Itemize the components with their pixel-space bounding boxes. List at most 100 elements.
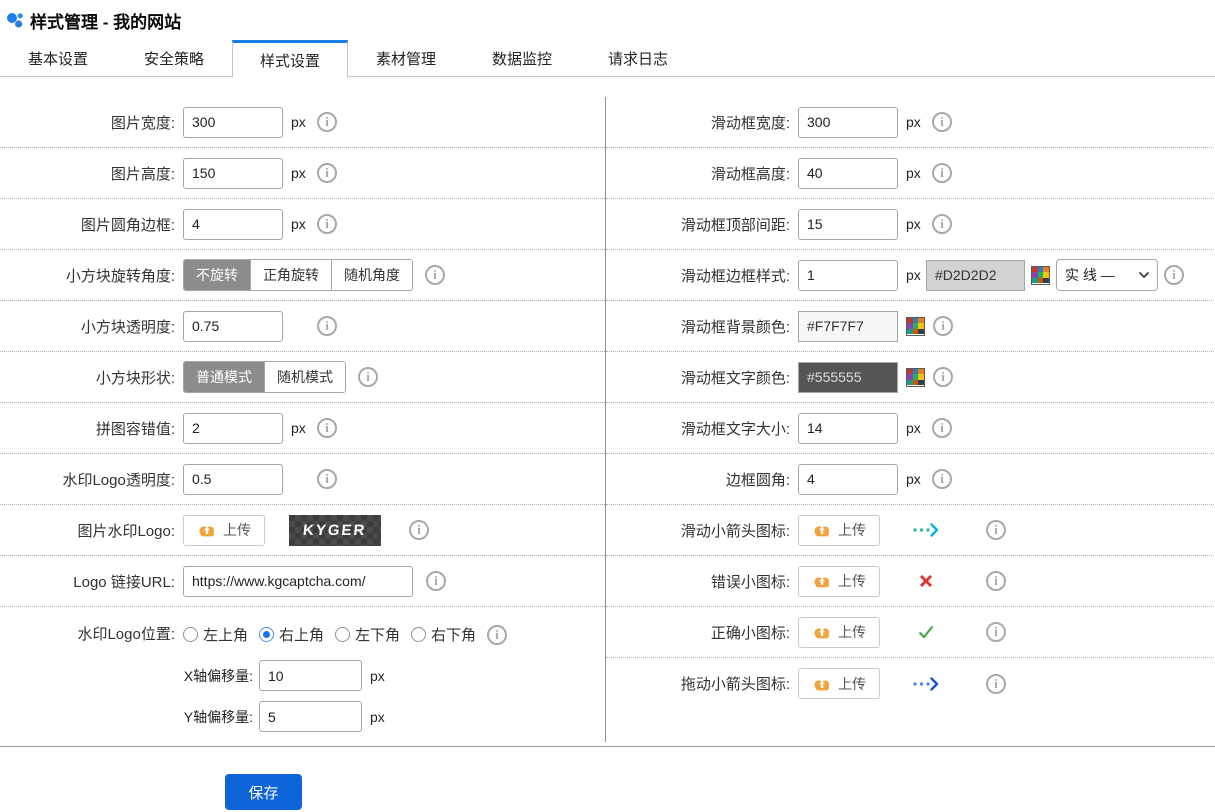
field-row-block-rotate: 小方块旋转角度: 不旋转 正角旋转 随机角度: [0, 250, 605, 301]
info-icon[interactable]: [317, 112, 337, 132]
field-row-slide-arrow-icon: 滑动小箭头图标: 上传: [606, 505, 1214, 556]
segment-right-rotate[interactable]: 正角旋转: [250, 260, 331, 290]
unit-label: px: [291, 114, 306, 130]
field-row-slider-border-style: 滑动框边框样式: px #D2D2D2 实 线 —: [606, 250, 1214, 301]
radio-top-left[interactable]: 左上角: [183, 624, 248, 645]
offset-y-input[interactable]: [259, 701, 362, 732]
segment-no-rotate[interactable]: 不旋转: [184, 260, 250, 290]
border-radius-input[interactable]: [798, 464, 898, 495]
field-label: 水印Logo位置:: [0, 619, 175, 650]
segment-normal-mode[interactable]: 普通模式: [184, 362, 264, 392]
text-color-swatch-input[interactable]: #555555: [798, 362, 898, 393]
info-icon[interactable]: [425, 265, 445, 285]
info-icon[interactable]: [986, 674, 1006, 694]
info-icon[interactable]: [932, 214, 952, 234]
radio-top-right[interactable]: 右上角: [259, 624, 324, 645]
unit-label: px: [291, 165, 306, 181]
field-row-block-opacity: 小方块透明度:: [0, 301, 605, 352]
info-icon[interactable]: [409, 520, 429, 540]
segment-random-rotate[interactable]: 随机角度: [331, 260, 412, 290]
field-row-border-radius: 边框圆角: px: [606, 454, 1214, 505]
info-icon[interactable]: [426, 571, 446, 591]
field-label: 滑动小箭头图标:: [606, 520, 790, 541]
color-palette-icon[interactable]: [906, 317, 925, 336]
upload-drag-arrow-button[interactable]: 上传: [798, 668, 880, 699]
field-label: Y轴偏移量:: [183, 707, 253, 727]
info-icon[interactable]: [317, 418, 337, 438]
field-label: 图片宽度:: [0, 112, 175, 133]
tab-security-policy[interactable]: 安全策略: [116, 40, 232, 77]
slider-border-width-input[interactable]: [798, 260, 898, 291]
upload-logo-button[interactable]: 上传: [183, 515, 265, 546]
upload-slide-arrow-button[interactable]: 上传: [798, 515, 880, 546]
slider-font-size-input[interactable]: [798, 413, 898, 444]
slider-width-input[interactable]: [798, 107, 898, 138]
info-icon[interactable]: [932, 469, 952, 489]
image-radius-input[interactable]: [183, 209, 283, 240]
block-opacity-input[interactable]: [183, 311, 283, 342]
left-column: 图片宽度: px 图片高度: px 图片圆角边框:: [0, 97, 606, 742]
field-label: 正确小图标:: [606, 622, 790, 643]
info-icon[interactable]: [317, 163, 337, 183]
info-icon[interactable]: [317, 469, 337, 489]
cloud-upload-icon: [812, 574, 832, 588]
info-icon[interactable]: [317, 214, 337, 234]
info-icon[interactable]: [317, 316, 337, 336]
block-rotate-segmented: 不旋转 正角旋转 随机角度: [183, 259, 413, 291]
radio-bottom-right[interactable]: 右下角: [411, 624, 476, 645]
segment-random-mode[interactable]: 随机模式: [264, 362, 345, 392]
info-icon[interactable]: [358, 367, 378, 387]
color-palette-icon[interactable]: [906, 368, 925, 387]
tab-request-log[interactable]: 请求日志: [580, 40, 696, 77]
green-check-icon: [910, 624, 942, 640]
field-row-slider-font-size: 滑动框文字大小: px: [606, 403, 1214, 454]
info-icon[interactable]: [933, 316, 953, 336]
tab-data-monitor[interactable]: 数据监控: [464, 40, 580, 77]
slider-height-input[interactable]: [798, 158, 898, 189]
field-label: 滑动框高度:: [606, 163, 790, 184]
save-button[interactable]: 保存: [225, 774, 302, 810]
block-shape-segmented: 普通模式 随机模式: [183, 361, 346, 393]
tab-basic-settings[interactable]: 基本设置: [0, 40, 116, 77]
logo-url-input[interactable]: [183, 566, 413, 597]
info-icon[interactable]: [986, 571, 1006, 591]
image-height-input[interactable]: [183, 158, 283, 189]
info-icon[interactable]: [986, 622, 1006, 642]
logo-opacity-input[interactable]: [183, 464, 283, 495]
border-color-swatch-input[interactable]: #D2D2D2: [926, 260, 1025, 291]
field-row-drag-arrow-icon: 拖动小箭头图标: 上传: [606, 658, 1214, 709]
slider-top-margin-input[interactable]: [798, 209, 898, 240]
upload-success-icon-button[interactable]: 上传: [798, 617, 880, 648]
field-row-image-height: 图片高度: px: [0, 148, 605, 199]
logo-position-radio-group: 左上角 右上角 左下角 右下角: [183, 619, 507, 650]
field-row-puzzle-tolerance: 拼图容错值: px: [0, 403, 605, 454]
info-icon[interactable]: [932, 112, 952, 132]
field-label: 水印Logo透明度:: [0, 469, 175, 490]
upload-error-icon-button[interactable]: 上传: [798, 566, 880, 597]
field-row-success-icon: 正确小图标: 上传: [606, 607, 1214, 658]
image-width-input[interactable]: [183, 107, 283, 138]
field-row-image-radius: 图片圆角边框: px: [0, 199, 605, 250]
border-line-style-select[interactable]: 实 线 —: [1056, 259, 1158, 291]
cloud-upload-icon: [812, 523, 832, 537]
radio-dot: [259, 627, 274, 642]
info-icon[interactable]: [932, 163, 952, 183]
field-label: 边框圆角:: [606, 469, 790, 490]
info-icon[interactable]: [932, 418, 952, 438]
info-icon[interactable]: [986, 520, 1006, 540]
bg-color-swatch-input[interactable]: #F7F7F7: [798, 311, 898, 342]
color-palette-icon[interactable]: [1031, 266, 1050, 285]
field-row-block-shape: 小方块形状: 普通模式 随机模式: [0, 352, 605, 403]
offset-x-input[interactable]: [259, 660, 362, 691]
tab-material-manage[interactable]: 素材管理: [348, 40, 464, 77]
field-label: 拼图容错值:: [0, 418, 175, 439]
field-label: Logo 链接URL:: [0, 571, 175, 592]
field-label: 滑动框顶部间距:: [606, 214, 790, 235]
puzzle-tolerance-input[interactable]: [183, 413, 283, 444]
info-icon[interactable]: [933, 367, 953, 387]
radio-bottom-left[interactable]: 左下角: [335, 624, 400, 645]
info-icon[interactable]: [487, 625, 507, 645]
info-icon[interactable]: [1164, 265, 1184, 285]
offset-y-row: Y轴偏移量: px: [183, 701, 507, 732]
tab-style-settings[interactable]: 样式设置: [232, 40, 348, 78]
